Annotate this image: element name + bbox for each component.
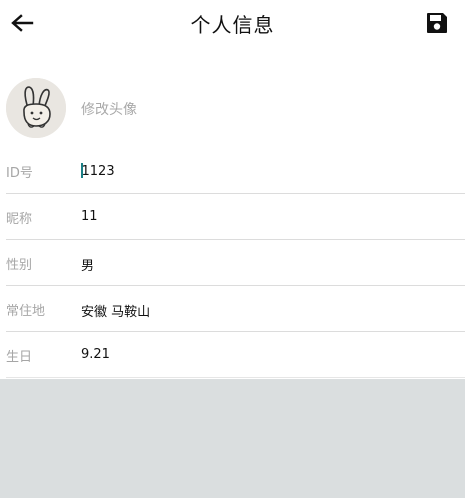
field-row-gender[interactable]: 性别 男 xyxy=(6,240,465,286)
avatar[interactable] xyxy=(6,78,66,138)
field-label-id: ID号 xyxy=(6,166,33,181)
id-value: 1123 xyxy=(81,164,115,179)
field-label-birthday: 生日 xyxy=(6,350,33,365)
field-label-residence: 常住地 xyxy=(6,304,46,319)
save-button[interactable] xyxy=(424,10,450,36)
field-row-nickname[interactable]: 昵称 11 xyxy=(6,194,465,240)
profile-field-list: ID号 1123 昵称 11 性别 男 常住地 安徽 马鞍山 生日 9.21 xyxy=(0,148,465,378)
bunny-avatar-icon xyxy=(6,78,66,138)
field-row-birthday[interactable]: 生日 9.21 xyxy=(6,332,465,378)
floppy-save-icon xyxy=(427,13,447,33)
avatar-row: 修改头像 xyxy=(0,78,465,138)
page-title: 个人信息 xyxy=(190,13,275,37)
field-label-nickname: 昵称 xyxy=(6,212,33,227)
birthday-value[interactable]: 9.21 xyxy=(81,347,110,362)
empty-background-area xyxy=(0,379,465,498)
change-avatar-link[interactable]: 修改头像 xyxy=(81,99,137,119)
nickname-input[interactable]: 11 xyxy=(81,209,98,224)
field-row-id[interactable]: ID号 1123 xyxy=(6,148,465,194)
field-label-gender: 性别 xyxy=(6,258,33,273)
gender-value[interactable]: 男 xyxy=(81,255,94,274)
id-input[interactable]: 1123 xyxy=(81,163,115,179)
residence-value[interactable]: 安徽 马鞍山 xyxy=(81,301,150,320)
app-header: 个人信息 xyxy=(0,0,465,46)
field-row-residence[interactable]: 常住地 安徽 马鞍山 xyxy=(6,286,465,332)
